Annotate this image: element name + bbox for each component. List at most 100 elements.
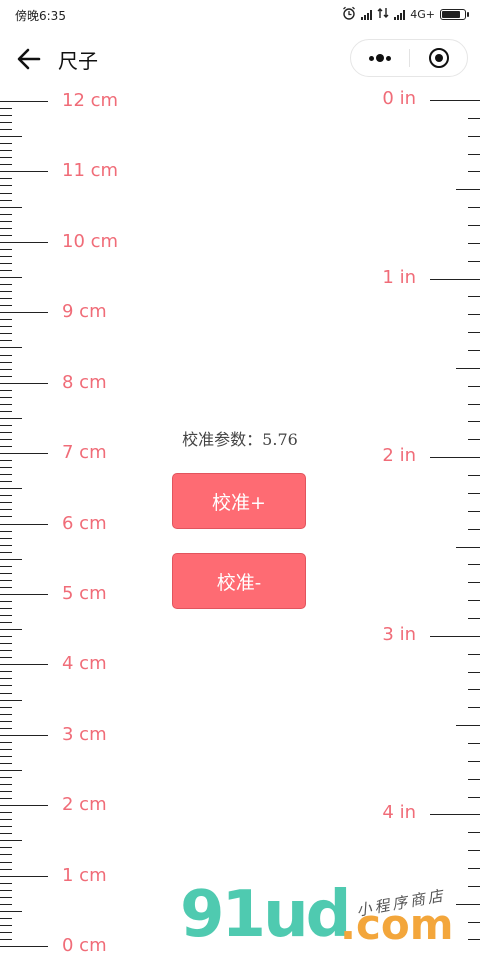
inch-minor-tick xyxy=(468,654,480,655)
cm-minor-tick xyxy=(0,333,12,334)
cm-minor-tick xyxy=(0,693,12,694)
cm-minor-tick xyxy=(0,509,12,510)
inch-minor-tick xyxy=(468,779,480,780)
cm-minor-tick xyxy=(0,770,22,771)
cm-minor-tick xyxy=(0,340,12,341)
cm-minor-tick xyxy=(0,700,22,701)
cm-minor-tick xyxy=(0,897,12,898)
inch-minor-tick xyxy=(468,618,480,619)
inch-minor-tick xyxy=(468,404,480,405)
cm-minor-tick xyxy=(0,150,12,151)
inch-minor-tick xyxy=(468,171,480,172)
cm-minor-tick xyxy=(0,777,12,778)
cm-minor-tick xyxy=(0,488,22,489)
inch-minor-tick xyxy=(468,832,480,833)
cm-minor-tick xyxy=(0,629,22,630)
cm-minor-tick xyxy=(0,376,12,377)
inch-minor-tick xyxy=(468,582,480,583)
cm-minor-tick xyxy=(0,671,12,672)
cm-minor-tick xyxy=(0,742,12,743)
inch-minor-tick xyxy=(468,689,480,690)
cm-label: 6 cm xyxy=(62,513,107,534)
cm-minor-tick xyxy=(0,918,12,919)
cm-minor-tick xyxy=(0,840,22,841)
cm-minor-tick xyxy=(0,249,12,250)
cm-minor-tick xyxy=(0,728,12,729)
inch-minor-tick xyxy=(456,368,480,369)
cm-minor-tick xyxy=(0,707,12,708)
cm-minor-tick xyxy=(0,573,12,574)
inch-minor-tick xyxy=(468,600,480,601)
cm-minor-tick xyxy=(0,319,12,320)
inch-minor-tick xyxy=(468,886,480,887)
cm-minor-tick xyxy=(0,214,12,215)
cm-minor-tick xyxy=(0,207,22,208)
cm-label: 8 cm xyxy=(62,372,107,393)
inch-minor-tick xyxy=(468,136,480,137)
cm-minor-tick xyxy=(0,305,12,306)
cm-minor-tick xyxy=(0,643,12,644)
cm-minor-tick xyxy=(0,784,12,785)
cm-minor-tick xyxy=(0,390,12,391)
calibrate-plus-button[interactable]: 校准+ xyxy=(172,473,306,529)
inch-major-tick xyxy=(430,814,480,815)
cm-label: 5 cm xyxy=(62,583,107,604)
cm-label: 1 cm xyxy=(62,865,107,886)
cm-minor-tick xyxy=(0,467,12,468)
cm-minor-tick xyxy=(0,284,12,285)
cm-minor-tick xyxy=(0,481,12,482)
cm-minor-tick xyxy=(0,749,12,750)
cm-label: 2 cm xyxy=(62,794,107,815)
cm-minor-tick xyxy=(0,115,12,116)
cm-minor-tick xyxy=(0,502,12,503)
inch-minor-tick xyxy=(456,189,480,190)
cm-major-tick xyxy=(0,735,48,736)
cm-minor-tick xyxy=(0,650,12,651)
cm-minor-tick xyxy=(0,495,12,496)
inch-ruler: 0 in 1 in 2 in 3 in 4 in xyxy=(340,0,480,960)
cm-minor-tick xyxy=(0,608,12,609)
cm-minor-tick xyxy=(0,847,12,848)
inch-minor-tick xyxy=(468,564,480,565)
inch-minor-tick xyxy=(468,475,480,476)
inch-minor-tick xyxy=(468,314,480,315)
calibration-parameter: 校准参数：5.76 xyxy=(182,430,298,449)
cm-minor-tick xyxy=(0,108,12,109)
inch-major-tick xyxy=(430,636,480,637)
cm-minor-tick xyxy=(0,474,12,475)
inch-minor-tick xyxy=(468,118,480,119)
cm-minor-tick xyxy=(0,833,12,834)
cm-minor-tick xyxy=(0,228,12,229)
cm-label: 0 cm xyxy=(62,935,107,956)
cm-major-tick xyxy=(0,805,48,806)
cm-minor-tick xyxy=(0,143,12,144)
inch-minor-tick xyxy=(468,707,480,708)
cm-label: 3 cm xyxy=(62,724,107,745)
inch-minor-tick xyxy=(468,207,480,208)
cm-label: 9 cm xyxy=(62,301,107,322)
inch-major-tick xyxy=(430,457,480,458)
cm-minor-tick xyxy=(0,685,12,686)
cm-minor-tick xyxy=(0,911,22,912)
inch-minor-tick xyxy=(468,332,480,333)
watermark-brand: 91ud xyxy=(180,878,351,952)
cm-label: 4 cm xyxy=(62,653,107,674)
cm-minor-tick xyxy=(0,369,12,370)
cm-minor-tick xyxy=(0,362,12,363)
cm-minor-tick xyxy=(0,714,12,715)
cm-minor-tick xyxy=(0,326,12,327)
cm-minor-tick xyxy=(0,545,12,546)
inch-minor-tick xyxy=(468,672,480,673)
inch-minor-tick xyxy=(468,743,480,744)
cm-minor-tick xyxy=(0,200,12,201)
cm-minor-tick xyxy=(0,122,12,123)
cm-major-tick xyxy=(0,383,48,384)
cm-minor-tick xyxy=(0,580,12,581)
cm-minor-tick xyxy=(0,566,12,567)
cm-minor-tick xyxy=(0,636,12,637)
cm-minor-tick xyxy=(0,291,12,292)
cm-major-tick xyxy=(0,876,48,877)
cm-minor-tick xyxy=(0,826,12,827)
cm-minor-tick xyxy=(0,235,12,236)
calibrate-minus-button[interactable]: 校准- xyxy=(172,553,306,609)
